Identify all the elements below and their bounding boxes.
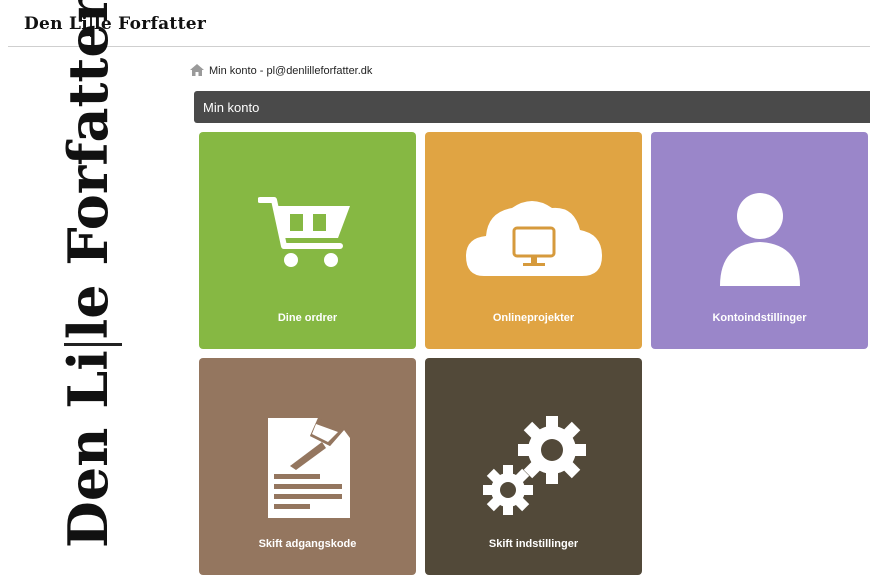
side-brand-logo: Den Li le Forfatter	[48, 0, 128, 548]
gears-icon	[482, 416, 586, 515]
tile-skift-indstillinger[interactable]: Skift indstillinger	[425, 358, 642, 575]
tile-dine-ordrer[interactable]: Dine ordrer	[199, 132, 416, 349]
user-icon	[719, 193, 800, 286]
document-pen-icon	[267, 418, 350, 518]
page-title-bar: Min konto	[194, 91, 870, 123]
tile-label: Skift adgangskode	[258, 538, 357, 550]
breadcrumb: Min konto - pl@denlilleforfatter.dk	[190, 62, 372, 80]
tile-label: Onlineprojekter	[492, 312, 575, 324]
tile-label: Kontoindstillinger	[712, 312, 807, 324]
tile-skift-adgangskode[interactable]: Skift adgangskode	[199, 358, 416, 575]
side-brand-name-start: Den Li	[56, 350, 120, 548]
breadcrumb-text: Min konto - pl@denlilleforfatter.dk	[209, 65, 373, 77]
home-icon[interactable]	[190, 63, 204, 79]
tile-label: Skift indstillinger	[488, 538, 579, 550]
tile-kontoindstillinger[interactable]: Kontoindstillinger	[651, 132, 868, 349]
side-brand-name-end: le Forfatter	[56, 0, 120, 340]
header-divider	[8, 46, 870, 47]
shopping-cart-icon	[257, 197, 350, 267]
tile-label: Dine ordrer	[277, 312, 338, 324]
tile-onlineprojekter[interactable]: Onlineprojekter	[425, 132, 642, 349]
page-title: Min konto	[203, 99, 260, 115]
cloud-monitor-icon	[465, 201, 602, 276]
side-pen-icon	[63, 343, 122, 347]
